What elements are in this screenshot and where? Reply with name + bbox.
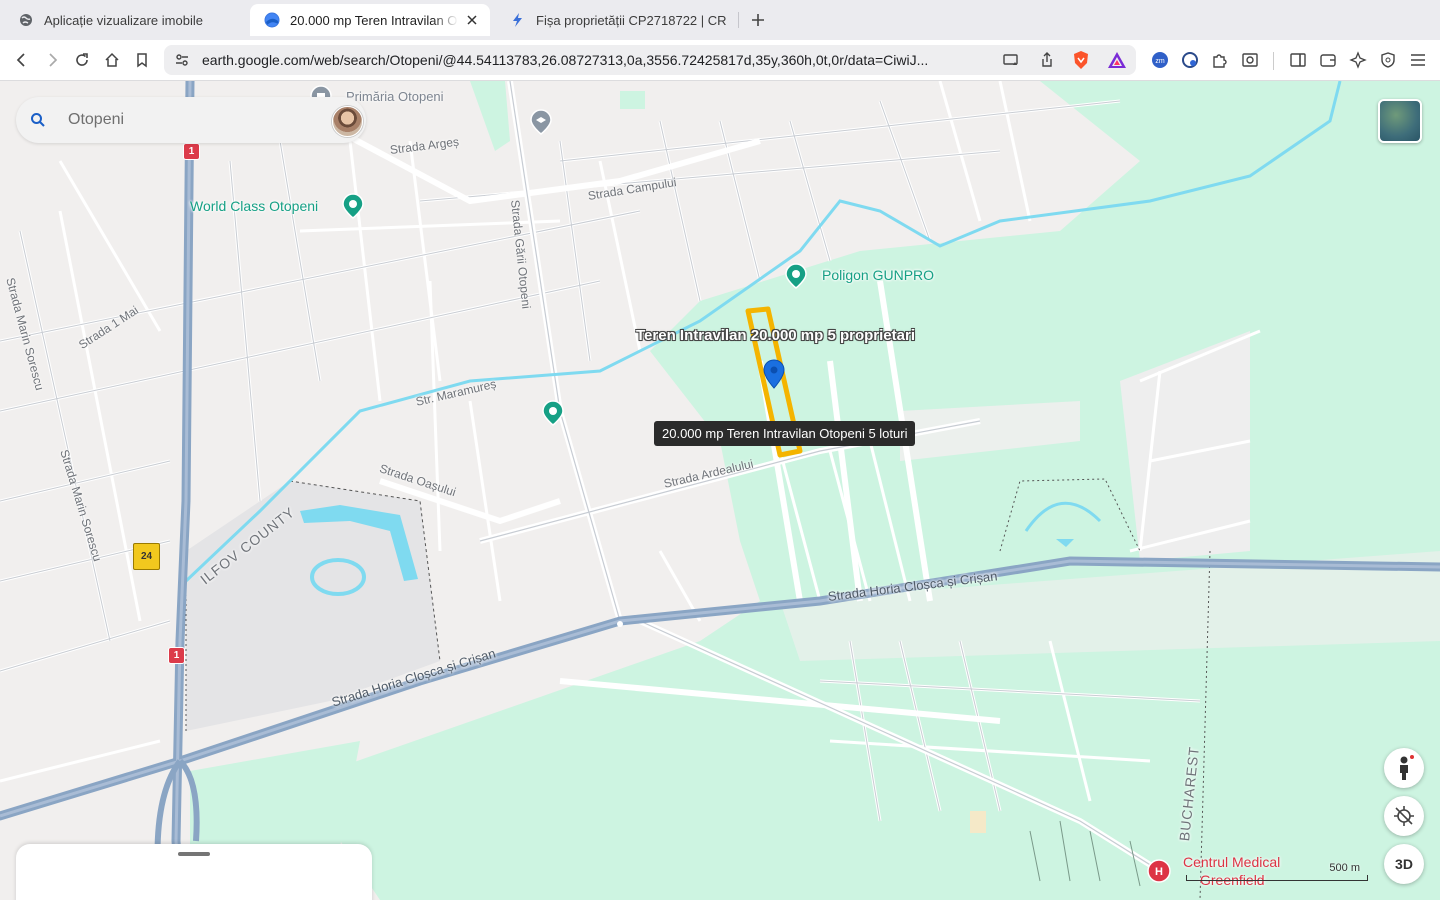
- map-canvas[interactable]: Teren Intravilan 20.000 mp 5 proprietari…: [0, 81, 1440, 900]
- poi-pin-icon[interactable]: [342, 193, 364, 219]
- location-button[interactable]: [1384, 796, 1424, 836]
- scale-label: 500 m: [1329, 862, 1360, 874]
- svg-text:zm: zm: [1155, 58, 1165, 65]
- new-tab-button[interactable]: [748, 10, 768, 30]
- tab-strip: Aplicație vizualizare imobile 20.000 mp …: [0, 0, 1440, 40]
- school-pin-icon[interactable]: [530, 109, 552, 135]
- route-shield: 24: [133, 543, 160, 570]
- reload-button[interactable]: [72, 50, 92, 70]
- brave-shields-icon[interactable]: [1072, 50, 1090, 75]
- share-icon[interactable]: [1038, 51, 1056, 74]
- scale-line: [1186, 875, 1368, 881]
- poi-pin-icon[interactable]: [785, 263, 807, 289]
- back-button[interactable]: [12, 50, 32, 70]
- placemark-tooltip: 20.000 mp Teren Intravilan Otopeni 5 lot…: [654, 421, 916, 446]
- google-earth-icon: [264, 12, 280, 28]
- screenshot-extension-icon[interactable]: [1240, 50, 1260, 70]
- browser-toolbar: earth.google.com/web/search/Otopeni/@44.…: [0, 40, 1440, 81]
- zoom-extension-icon[interactable]: zm: [1150, 50, 1170, 70]
- map-style-button[interactable]: [1378, 99, 1422, 143]
- home-button[interactable]: [102, 50, 122, 70]
- location-off-icon: [1394, 806, 1414, 826]
- search-input[interactable]: Otopeni: [68, 111, 124, 129]
- 3d-toggle-button[interactable]: 3D: [1384, 844, 1424, 884]
- street-view-button[interactable]: [1384, 748, 1424, 788]
- address-bar[interactable]: earth.google.com/web/search/Otopeni/@44.…: [164, 45, 1136, 75]
- poi-label[interactable]: World Class Otopeni: [190, 198, 318, 214]
- route-shield: 1: [183, 143, 200, 160]
- 3d-label: 3D: [1395, 856, 1413, 872]
- site-settings-icon[interactable]: [174, 52, 190, 73]
- pegman-icon: [1400, 755, 1414, 780]
- poi-label[interactable]: Primăria Otopeni: [346, 89, 444, 104]
- scale-bar: 500 m: [1186, 861, 1368, 883]
- close-tab-icon[interactable]: [464, 12, 480, 28]
- svg-text:H: H: [1155, 866, 1163, 878]
- placemark-label[interactable]: Teren Intravilan 20.000 mp 5 proprietari: [636, 327, 915, 344]
- hospital-pin-icon[interactable]: H: [1147, 859, 1171, 883]
- globe-icon: [18, 12, 34, 28]
- tab-title: Fișa proprietății CP2718722 | CRM: [536, 12, 726, 28]
- placemark-pin-icon[interactable]: [763, 359, 785, 389]
- search-box[interactable]: Otopeni: [16, 97, 366, 143]
- toolbar-divider: [1273, 52, 1274, 70]
- tab-crm[interactable]: Fișa proprietății CP2718722 | CRM: [496, 4, 736, 36]
- extensions-puzzle-icon[interactable]: [1210, 50, 1230, 70]
- tab-title: 20.000 mp Teren Intravilan Otopeni 5 lot…: [290, 12, 458, 28]
- brave-rewards-icon[interactable]: [1107, 51, 1127, 74]
- cast-icon[interactable]: [1002, 51, 1020, 74]
- home-icon: [105, 52, 119, 67]
- crm-icon: [510, 12, 526, 28]
- tab-property-viewer[interactable]: Aplicație vizualizare imobile: [4, 4, 246, 36]
- reload-icon: [76, 53, 88, 66]
- wallet-icon[interactable]: [1318, 50, 1338, 70]
- url-text: earth.google.com/web/search/Otopeni/@44.…: [202, 52, 929, 68]
- poi-pin-icon[interactable]: [542, 400, 564, 426]
- bookmark-button[interactable]: [132, 50, 152, 70]
- tab-separator: [738, 12, 739, 28]
- avatar[interactable]: [332, 106, 363, 137]
- plus-icon: [752, 14, 764, 26]
- menu-icon[interactable]: [1408, 50, 1428, 70]
- sidebar-toggle-icon[interactable]: [1288, 50, 1308, 70]
- bookmark-icon: [137, 53, 147, 68]
- leo-ai-icon[interactable]: [1348, 50, 1368, 70]
- arrow-right-icon: [49, 53, 58, 67]
- password-extension-icon[interactable]: [1180, 50, 1200, 70]
- tab-title: Aplicație vizualizare imobile: [44, 12, 203, 28]
- poi-label[interactable]: Poligon GUNPRO: [822, 267, 934, 283]
- search-icon: [31, 113, 45, 127]
- bottom-sheet[interactable]: [16, 844, 372, 900]
- forward-button[interactable]: [42, 50, 62, 70]
- arrow-left-icon: [16, 53, 25, 67]
- route-shield: 1: [168, 647, 185, 664]
- vpn-shield-icon[interactable]: [1378, 50, 1398, 70]
- tab-google-earth[interactable]: 20.000 mp Teren Intravilan Otopeni 5 lot…: [250, 4, 490, 36]
- drag-handle[interactable]: [178, 852, 210, 856]
